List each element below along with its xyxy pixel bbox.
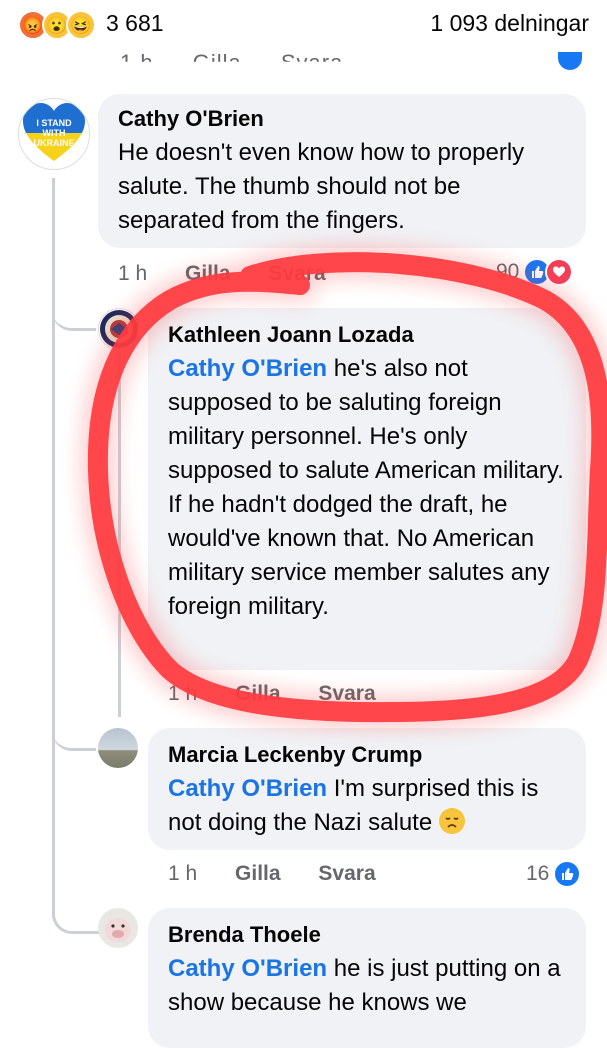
comment-text: Cathy O'Brien he is just putting on a sh… <box>168 952 568 1020</box>
haha-reaction-icon: 😆 <box>66 10 96 40</box>
clipped-reply: Svara <box>280 50 344 75</box>
avatar-kathleen-lozada[interactable] <box>98 308 140 350</box>
avatar-badge-line-1: I STAND WITH <box>36 118 72 138</box>
thread-connector-1 <box>52 300 96 331</box>
reaction-summary-bar: 😡 😮 😆 3 681 1 093 delningar <box>0 0 607 48</box>
comment-text: He doesn't even know how to properly sal… <box>118 139 525 234</box>
comment-actions-kathleen: 1 h Gilla Svara <box>168 682 376 706</box>
comment-bubble-marcia: Marcia Leckenby Crump Cathy O'Brien I'm … <box>148 728 586 850</box>
reaction-count[interactable]: 3 681 <box>106 10 164 37</box>
comment-reactions-marcia[interactable]: 16 <box>526 860 582 888</box>
mention-link[interactable]: Cathy O'Brien <box>168 775 327 802</box>
comment-bubble-kathleen: Kathleen Joann Lozada Cathy O'Brien he's… <box>148 308 586 670</box>
thread-connector-2 <box>52 722 96 751</box>
comment-author[interactable]: Kathleen Joann Lozada <box>168 322 414 348</box>
like-button[interactable]: Gilla <box>235 862 281 885</box>
mention-link[interactable]: Cathy O'Brien <box>168 355 327 382</box>
share-count[interactable]: 1 093 delningar <box>430 10 589 37</box>
comment-text: Cathy O'Brien I'm surprised this is not … <box>168 772 568 840</box>
like-button[interactable]: Gilla <box>185 262 231 285</box>
avatar-brenda-thoele[interactable] <box>98 908 138 948</box>
comment-actions-cathy: 1 h Gilla Svara <box>118 262 326 286</box>
comment-time: 1 h <box>168 862 198 885</box>
comment-text: Cathy O'Brien he's also not supposed to … <box>168 352 568 624</box>
comment-author[interactable]: Brenda Thoele <box>168 922 321 948</box>
like-reaction-icon <box>553 860 582 888</box>
navy-seal-icon <box>100 310 138 348</box>
clipped-time: 1 h <box>120 50 154 75</box>
comment-author[interactable]: Cathy O'Brien <box>118 106 264 132</box>
reaction-icons[interactable]: 😡 😮 😆 <box>18 10 96 40</box>
reaction-count: 16 <box>526 862 550 885</box>
comment-reactions-cathy[interactable]: 90 <box>496 258 574 286</box>
comment-author[interactable]: Marcia Leckenby Crump <box>168 742 422 768</box>
disappointed-emoji-icon <box>438 808 465 834</box>
comment-bubble-cathy: Cathy O'Brien He doesn't even know how t… <box>98 94 586 248</box>
pig-avatar-icon <box>105 918 131 942</box>
avatar-marcia-crump[interactable] <box>98 728 138 768</box>
comment-body: he's also not supposed to be saluting fo… <box>168 355 564 620</box>
love-reaction-icon <box>545 258 574 286</box>
reply-button[interactable]: Svara <box>318 862 375 885</box>
reply-button[interactable]: Svara <box>318 682 375 705</box>
thread-line-reply <box>118 352 121 717</box>
avatar-badge-line-2: UKRAINE <box>33 138 75 148</box>
avatar-cathy-obrien[interactable]: I STAND WITH UKRAINE <box>18 98 90 170</box>
clipped-previous-actions: 1 h Gilla Svara <box>120 50 375 75</box>
mention-link[interactable]: Cathy O'Brien <box>168 955 327 982</box>
clipped-like: Gilla <box>192 50 242 75</box>
comment-bubble-brenda: Brenda Thoele Cathy O'Brien he is just p… <box>148 908 586 1048</box>
thread-connector-3 <box>52 905 99 934</box>
comment-actions-marcia: 1 h Gilla Svara <box>168 862 376 886</box>
like-button[interactable]: Gilla <box>235 682 281 705</box>
thread-line-main <box>52 178 55 918</box>
comment-time: 1 h <box>168 682 198 705</box>
reply-button[interactable]: Svara <box>268 262 325 285</box>
reaction-count: 90 <box>496 260 520 283</box>
clipped-like-icon <box>558 52 582 70</box>
avatar-badge-text: I STAND WITH UKRAINE <box>25 118 83 148</box>
comment-time: 1 h <box>118 262 148 285</box>
